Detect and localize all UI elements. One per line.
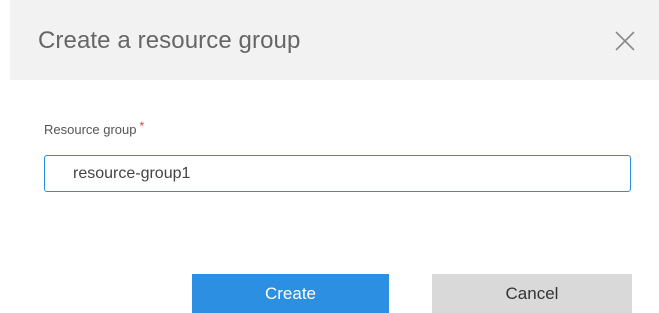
resource-group-input[interactable] [44, 155, 631, 192]
cancel-button[interactable]: Cancel [432, 274, 632, 313]
create-button[interactable]: Create [192, 274, 389, 313]
resource-group-label-text: Resource group [44, 122, 137, 137]
close-button[interactable] [612, 28, 638, 54]
close-icon [615, 31, 635, 51]
dialog-title: Create a resource group [38, 27, 301, 54]
required-marker: * [139, 119, 145, 133]
create-resource-group-dialog: Create a resource group Resource group * … [0, 0, 659, 313]
resource-group-label: Resource group * [44, 119, 145, 137]
dialog-header: Create a resource group [10, 0, 659, 80]
